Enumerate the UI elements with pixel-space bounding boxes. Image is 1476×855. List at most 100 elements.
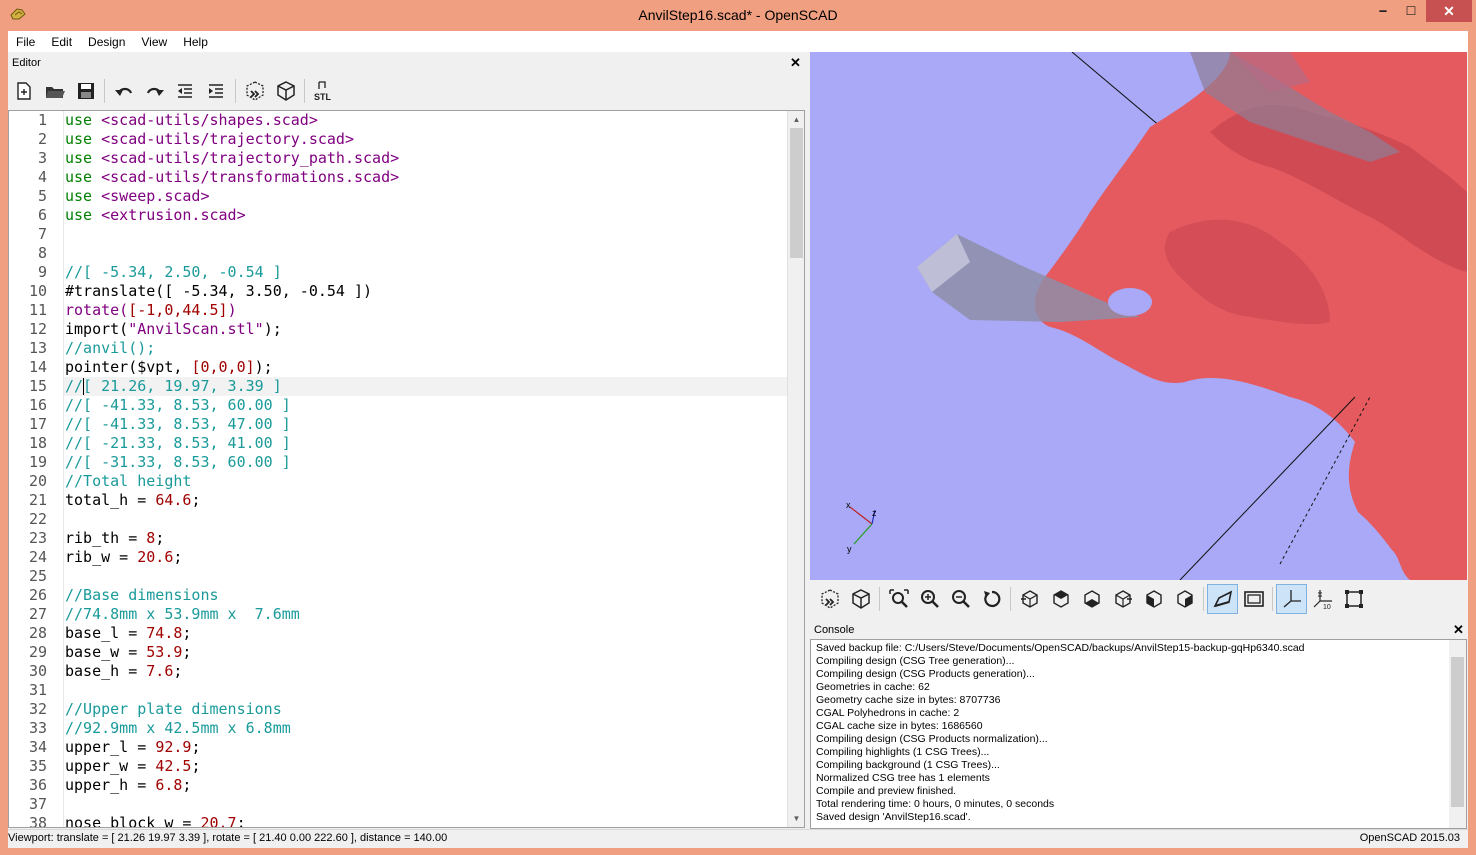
line-number: 33: [28, 719, 47, 737]
scroll-down-arrow-icon[interactable]: ▼: [788, 810, 804, 827]
menu-help[interactable]: Help: [175, 35, 216, 49]
maximize-button[interactable]: ☐: [1398, 0, 1424, 22]
new-file-button[interactable]: [8, 77, 39, 105]
code-line[interactable]: import("AnvilScan.stl");: [65, 320, 282, 339]
indent-button[interactable]: [201, 77, 232, 105]
view-preview-button[interactable]: [814, 584, 845, 614]
code-line[interactable]: upper_w = 42.5;: [65, 757, 200, 776]
code-line[interactable]: //Upper plate dimensions: [65, 700, 282, 719]
code-line[interactable]: //Total height: [65, 472, 191, 491]
3d-viewport[interactable]: x z y: [810, 52, 1467, 580]
code-line[interactable]: //74.8mm x 53.9mm x 7.6mm: [65, 605, 300, 624]
menu-design[interactable]: Design: [80, 35, 133, 49]
console-close-button[interactable]: ✕: [1453, 622, 1464, 638]
code-token: );: [263, 320, 282, 338]
code-token: <scad-utils/trajectory_path.scad>: [101, 149, 400, 167]
code-line[interactable]: use <scad-utils/transformations.scad>: [65, 168, 399, 187]
code-line[interactable]: base_h = 7.6;: [65, 662, 182, 681]
view-all-icon: [888, 589, 909, 608]
code-line[interactable]: //[ -41.33, 8.53, 60.00 ]: [65, 396, 291, 415]
editor-close-button[interactable]: ✕: [790, 55, 801, 71]
code-line[interactable]: upper_l = 92.9;: [65, 738, 200, 757]
view-all-button[interactable]: [883, 584, 914, 614]
undo-button[interactable]: [108, 77, 139, 105]
code-line[interactable]: //Base dimensions: [65, 586, 219, 605]
code-token: <scad-utils/shapes.scad>: [101, 111, 318, 129]
code-line[interactable]: //anvil();: [65, 339, 155, 358]
close-button[interactable]: ✕: [1426, 0, 1472, 22]
view-front-icon: [1145, 590, 1162, 608]
menu-edit[interactable]: Edit: [43, 35, 80, 49]
code-line[interactable]: use <extrusion.scad>: [65, 206, 246, 225]
minimize-button[interactable]: 🗕: [1370, 0, 1396, 22]
perspective-button[interactable]: [1207, 584, 1238, 614]
line-number: 6: [37, 206, 47, 224]
code-token: rib_th =: [65, 529, 147, 547]
code-line[interactable]: //[ -31.33, 8.53, 60.00 ]: [65, 453, 291, 472]
line-number: 18: [28, 434, 47, 452]
menu-file[interactable]: File: [8, 35, 43, 49]
view-top-button[interactable]: [1045, 584, 1076, 614]
console-line: Compiling highlights (1 CSG Trees)...: [816, 746, 990, 758]
show-edges-button[interactable]: [1338, 584, 1369, 614]
show-axes-button[interactable]: [1276, 584, 1307, 614]
code-line[interactable]: base_l = 74.8;: [65, 624, 191, 643]
view-render-button[interactable]: [845, 584, 876, 614]
code-line[interactable]: //92.9mm x 42.5mm x 6.8mm: [65, 719, 291, 738]
orthogonal-button[interactable]: [1238, 584, 1269, 614]
view-front-button[interactable]: [1138, 584, 1169, 614]
console-vertical-scrollbar[interactable]: [1449, 640, 1466, 828]
code-line[interactable]: use <scad-utils/trajectory_path.scad>: [65, 149, 399, 168]
zoom-in-button[interactable]: [914, 584, 945, 614]
code-line[interactable]: //[ -41.33, 8.53, 47.00 ]: [65, 415, 291, 434]
code-line[interactable]: #translate([ -5.34, 3.50, -0.54 ]): [65, 282, 372, 301]
main-window: File Edit Design View Help Editor ✕ STL …: [8, 31, 1468, 848]
code-line[interactable]: base_w = 53.9;: [65, 643, 191, 662]
code-line[interactable]: total_h = 64.6;: [65, 491, 200, 510]
code-line[interactable]: upper_h = 6.8;: [65, 776, 191, 795]
redo-button[interactable]: [139, 77, 170, 105]
line-number: 13: [28, 339, 47, 357]
code-line[interactable]: //[ 21.26, 19.97, 3.39 ]: [65, 377, 282, 396]
show-scale-markers-button[interactable]: 10: [1307, 584, 1338, 614]
render-button[interactable]: [270, 77, 301, 105]
code-token: //[ -41.33, 8.53, 47.00 ]: [65, 415, 291, 433]
code-token: //[ -5.34, 2.50, -0.54 ]: [65, 263, 282, 281]
console-output[interactable]: Saved backup file: C:/Users/Steve/Docume…: [810, 639, 1467, 829]
reset-view-button[interactable]: [976, 584, 1007, 614]
view-right-button[interactable]: [1014, 584, 1045, 614]
view-bottom-button[interactable]: [1076, 584, 1107, 614]
menu-view[interactable]: View: [133, 35, 175, 49]
line-number: 4: [37, 168, 47, 186]
code-token: //Total height: [65, 472, 192, 490]
scroll-up-arrow-icon[interactable]: ▲: [788, 111, 804, 128]
code-token: ;: [191, 491, 201, 509]
code-token: [0,0,0]: [191, 358, 255, 376]
export-stl-button[interactable]: STL: [308, 77, 339, 105]
code-line[interactable]: rib_w = 20.6;: [65, 548, 182, 567]
view-back-button[interactable]: [1169, 584, 1200, 614]
code-line[interactable]: //[ -21.33, 8.53, 41.00 ]: [65, 434, 291, 453]
code-line[interactable]: use <sweep.scad>: [65, 187, 210, 206]
open-file-icon: [45, 87, 65, 98]
save-button[interactable]: [70, 77, 101, 105]
view-left-button[interactable]: [1107, 584, 1138, 614]
code-line[interactable]: rib_th = 8;: [65, 529, 164, 548]
code-line[interactable]: use <scad-utils/shapes.scad>: [65, 111, 318, 130]
preview-button[interactable]: [239, 77, 270, 105]
editor-vertical-scrollbar[interactable]: ▲ ▼: [787, 111, 804, 827]
code-token: use: [65, 206, 102, 224]
console-scroll-thumb[interactable]: [1451, 657, 1464, 807]
zoom-out-button[interactable]: [945, 584, 976, 614]
code-line[interactable]: pointer($vpt, [0,0,0]);: [65, 358, 273, 377]
line-number: 10: [28, 282, 47, 300]
editor-scroll-thumb[interactable]: [790, 128, 803, 258]
code-editor[interactable]: 1 2 3 4 5 6 7 8 9 10 11 12 13 14 15 16 17 18 19 20 21 22 23 24 2…: [8, 110, 805, 828]
code-line[interactable]: //[ -5.34, 2.50, -0.54 ]: [65, 263, 282, 282]
code-token: //[ -31.33, 8.53, 60.00 ]: [65, 453, 291, 471]
code-line[interactable]: rotate([-1,0,44.5]): [65, 301, 237, 320]
code-line[interactable]: nose_block_w = 20.7;: [65, 814, 246, 827]
code-line[interactable]: use <scad-utils/trajectory.scad>: [65, 130, 354, 149]
open-file-button[interactable]: [39, 77, 70, 105]
unindent-button[interactable]: [170, 77, 201, 105]
